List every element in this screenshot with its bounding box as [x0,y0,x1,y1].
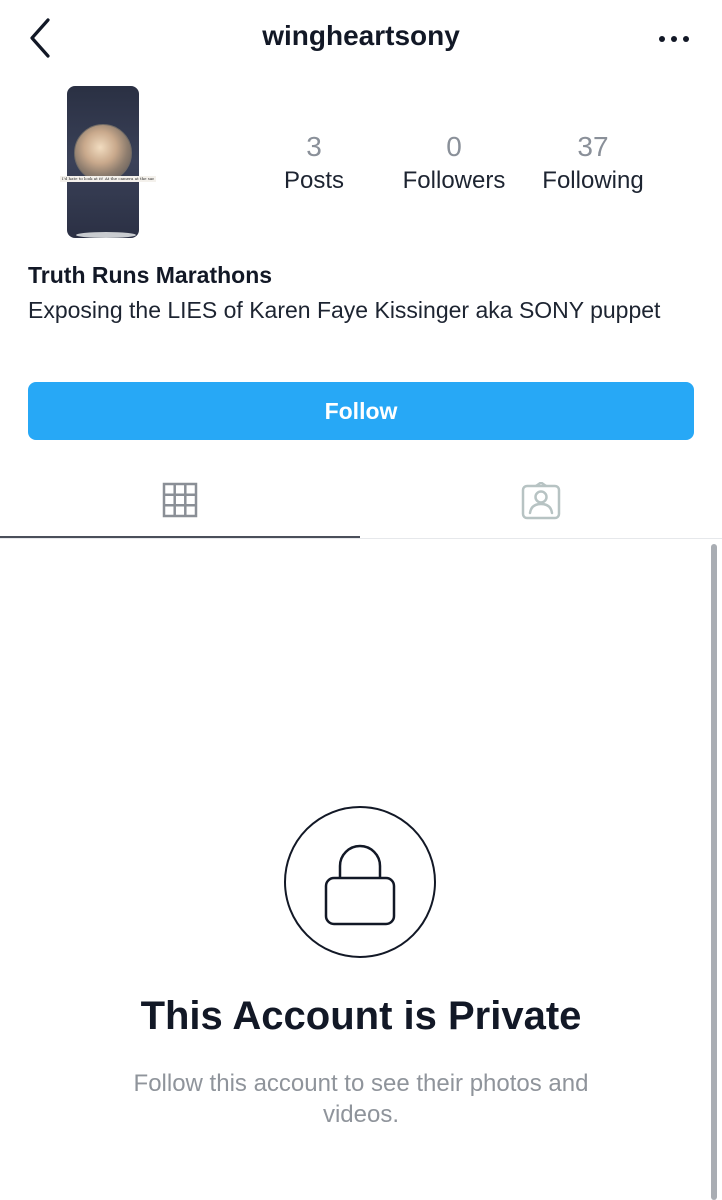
stat-following-label: Following [542,167,644,194]
private-account-subtitle: Follow this account to see their photos … [133,1070,589,1128]
avatar-caption-text: I'd hate to look at it! At the camera at… [62,176,154,181]
stat-followers-label: Followers [402,167,506,194]
avatar-bottom-highlight [76,232,136,238]
stat-following-value: 37 [577,131,609,162]
stat-posts[interactable]: 3 Posts [244,130,384,196]
stat-following[interactable]: 37 Following [523,130,663,196]
tab-tagged[interactable] [360,466,722,538]
private-account-title: This Account is Private [140,994,582,1038]
more-horizontal-icon [659,36,689,42]
stat-posts-label: Posts [283,167,345,194]
grid-icon [162,482,198,518]
tagged-person-icon [521,482,561,520]
profile-bio: Exposing the LIES of Karen Faye Kissinge… [28,297,661,323]
scrollbar[interactable] [711,544,717,1200]
more-options-button[interactable] [654,22,694,56]
follow-button[interactable]: Follow [28,382,694,440]
profile-display-name: Truth Runs Marathons [28,262,273,288]
profile-username: wingheartsony [262,20,460,51]
tab-posts-grid[interactable] [0,466,360,538]
stat-followers-value: 0 [446,131,462,162]
stat-posts-value: 3 [306,131,322,162]
avatar-photo [74,124,132,182]
stat-followers[interactable]: 0 Followers [384,130,524,196]
tab-divider [0,538,722,539]
lock-icon [324,844,396,926]
